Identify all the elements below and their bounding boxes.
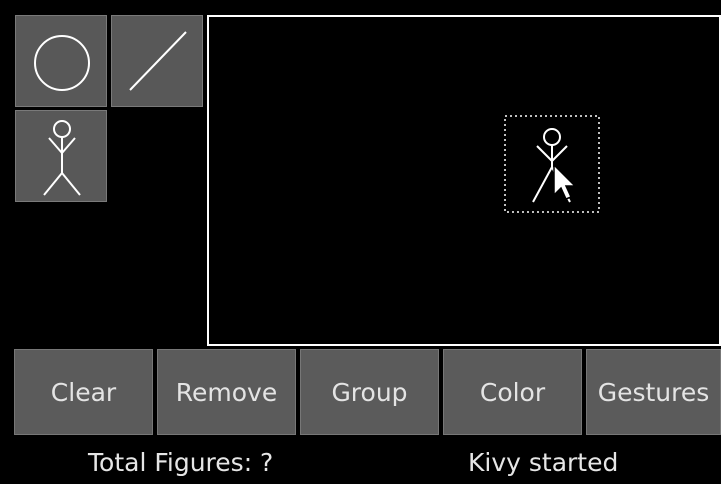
mouse-cursor-icon — [553, 163, 577, 200]
stickman-figure-icon — [504, 115, 600, 213]
clear-button[interactable]: Clear — [14, 349, 153, 435]
group-button[interactable]: Group — [300, 349, 439, 435]
color-button[interactable]: Color — [443, 349, 582, 435]
stickman-tool-button[interactable] — [15, 110, 107, 202]
line-icon — [129, 31, 187, 91]
selected-figure[interactable] — [504, 115, 600, 213]
line-tool-button[interactable] — [111, 15, 203, 107]
circle-tool-button[interactable] — [15, 15, 107, 107]
stickman-icon — [43, 120, 81, 196]
circle-icon — [34, 35, 90, 91]
remove-button[interactable]: Remove — [157, 349, 296, 435]
gestures-button[interactable]: Gestures — [586, 349, 721, 435]
figure-count-label: Total Figures: ? — [88, 448, 274, 477]
drawing-canvas[interactable] — [207, 15, 721, 346]
status-message: Kivy started — [468, 448, 619, 477]
